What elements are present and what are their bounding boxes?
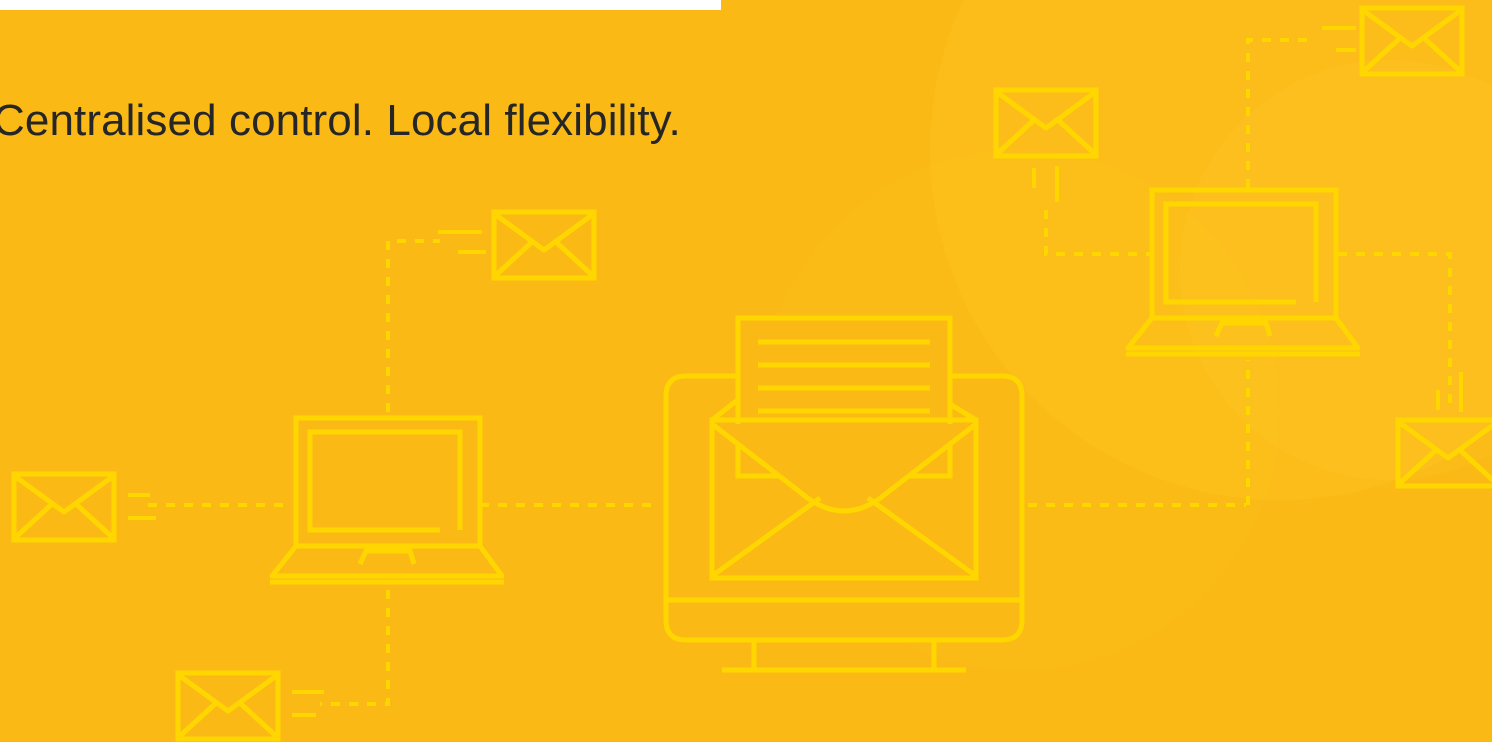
envelope-icon xyxy=(494,212,594,278)
envelope-icon xyxy=(1398,420,1492,486)
network-illustration xyxy=(0,0,1492,742)
laptop-icon xyxy=(1126,190,1360,354)
envelope-icon xyxy=(996,90,1096,156)
envelope-icon xyxy=(178,673,278,739)
envelope-icon xyxy=(1362,8,1462,74)
laptop-icon xyxy=(270,418,504,582)
envelope-icon xyxy=(14,474,114,540)
hero-banner: Centralised control. Local flexibility. xyxy=(0,0,1492,742)
open-envelope-letter-icon xyxy=(709,315,979,581)
